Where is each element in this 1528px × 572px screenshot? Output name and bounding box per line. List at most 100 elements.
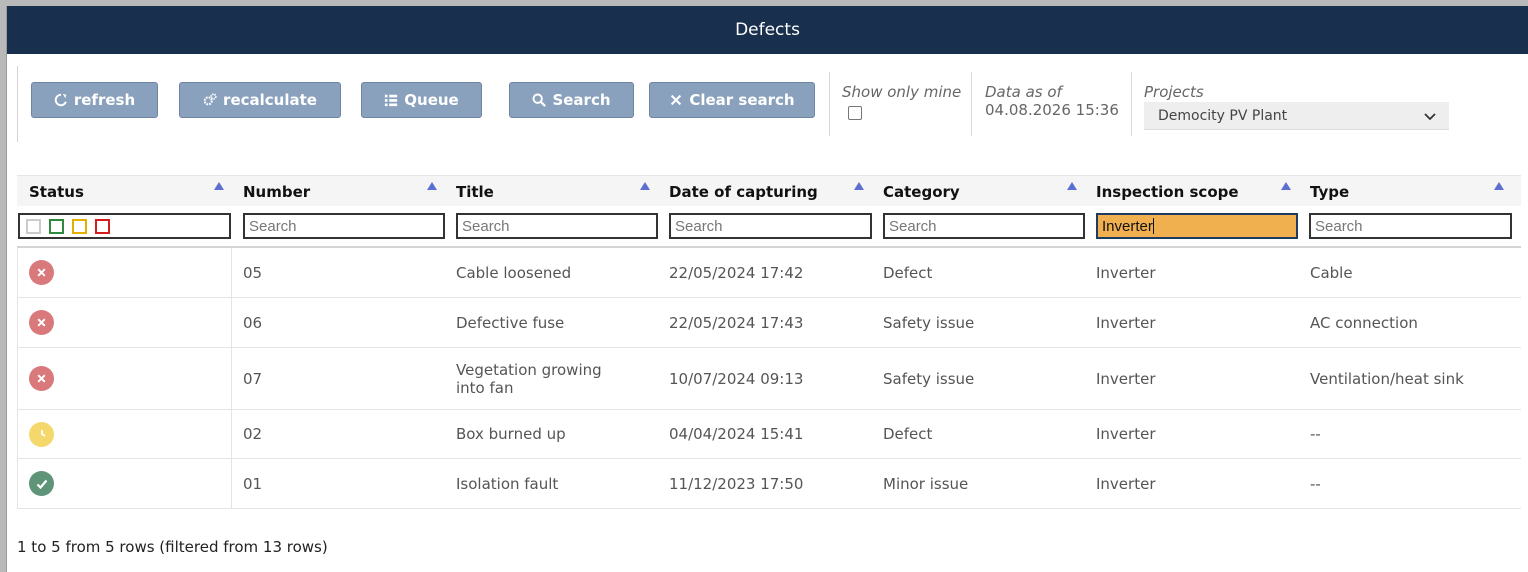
sort-asc-icon[interactable] — [854, 182, 864, 190]
column-label: Inspection scope — [1096, 182, 1239, 201]
table-header: Status Number Title Date of capturing Ca… — [17, 175, 1521, 206]
title-cell: Cable loosened — [456, 263, 572, 282]
refresh-button[interactable]: refresh — [31, 82, 158, 118]
table-row[interactable]: 05 Cable loosened 22/05/2024 17:42 Defect In… — [17, 248, 1521, 298]
search-label: Search — [552, 91, 611, 109]
type-cell: AC connection — [1310, 313, 1418, 332]
filter-row: Search Search Search Search Inverter Sea… — [17, 206, 1521, 248]
search-button[interactable]: Search — [509, 82, 634, 118]
status-filter-grey[interactable] — [26, 218, 41, 234]
column-label: Number — [243, 182, 311, 201]
column-label: Status — [29, 182, 84, 201]
queue-button[interactable]: Queue — [361, 82, 482, 118]
row-summary: 1 to 5 from 5 rows (filtered from 13 row… — [17, 538, 328, 556]
number-cell: 05 — [243, 263, 263, 282]
clear-search-button[interactable]: Clear search — [649, 82, 815, 118]
number-cell: 07 — [243, 369, 263, 388]
status-filter-yellow[interactable] — [72, 218, 87, 234]
recalculate-button[interactable]: recalculate — [179, 82, 341, 118]
date-cell: 10/07/2024 09:13 — [669, 369, 804, 388]
show-only-mine-label: Show only mine — [842, 83, 962, 101]
column-header-status[interactable]: Status — [17, 176, 231, 207]
table-row[interactable]: 01 Isolation fault 11/12/2023 17:50 Minor i… — [17, 459, 1521, 509]
date-cell: 11/12/2023 17:50 — [669, 474, 804, 493]
table-row[interactable]: 06 Defective fuse 22/05/2024 17:43 Safety i… — [17, 298, 1521, 348]
type-cell: -- — [1310, 474, 1321, 493]
date-cell: 04/04/2024 15:41 — [669, 425, 804, 443]
status-filter-red[interactable] — [95, 218, 110, 234]
column-label: Type — [1310, 182, 1350, 201]
clock-status-icon — [29, 421, 54, 447]
filter-value: Inverter — [1102, 217, 1153, 235]
refresh-label: refresh — [73, 91, 136, 109]
column-header-date[interactable]: Date of capturing — [657, 176, 871, 207]
data-as-of-label: Data as of — [985, 83, 1062, 101]
category-filter-input[interactable]: Search — [883, 213, 1085, 239]
number-cell: 01 — [243, 474, 263, 493]
status-filter-green[interactable] — [49, 218, 64, 234]
filter-placeholder: Search — [249, 217, 297, 235]
text-cursor — [1152, 218, 1154, 234]
status-cell — [17, 348, 231, 409]
recalculate-label: recalculate — [223, 91, 317, 109]
title-filter-input[interactable]: Search — [456, 213, 658, 239]
show-only-mine-checkbox[interactable] — [848, 106, 862, 120]
scope-cell: Inverter — [1096, 369, 1156, 388]
status-cell — [17, 298, 231, 347]
type-cell: Cable — [1310, 263, 1353, 282]
projects-label: Projects — [1144, 83, 1204, 101]
projects-selected: Democity PV Plant — [1158, 107, 1288, 124]
number-cell: 06 — [243, 313, 263, 332]
column-header-inspection-scope[interactable]: Inspection scope — [1084, 176, 1298, 207]
clear-search-label: Clear search — [689, 91, 795, 109]
sort-asc-icon[interactable] — [1281, 182, 1291, 190]
filter-placeholder: Search — [462, 217, 510, 235]
divider — [971, 72, 972, 136]
column-header-category[interactable]: Category — [871, 176, 1084, 207]
category-cell: Safety issue — [883, 369, 975, 388]
scope-cell: Inverter — [1096, 313, 1156, 332]
sort-asc-icon[interactable] — [640, 182, 650, 190]
divider — [829, 72, 830, 136]
sort-asc-icon[interactable] — [1494, 182, 1504, 190]
status-cell — [17, 459, 231, 508]
filter-placeholder: Search — [889, 217, 937, 235]
date-filter-input[interactable]: Search — [669, 213, 872, 239]
data-as-of-value: 04.08.2026 15:36 — [985, 101, 1119, 119]
button-group: refresh recalculate Queue Search Clear s… — [17, 66, 829, 142]
status-filter[interactable] — [18, 213, 231, 239]
scope-cell: Inverter — [1096, 474, 1156, 493]
category-cell: Defect — [883, 263, 933, 282]
title-cell: Isolation fault — [456, 474, 559, 493]
chevron-down-icon — [1424, 113, 1436, 121]
date-cell: 22/05/2024 17:42 — [669, 263, 804, 282]
sort-asc-icon[interactable] — [1067, 182, 1077, 190]
filter-placeholder: Search — [1315, 217, 1363, 235]
column-header-title[interactable]: Title — [444, 176, 657, 207]
check-status-icon — [29, 471, 54, 496]
filter-placeholder: Search — [675, 217, 723, 235]
gears-icon — [203, 93, 217, 106]
category-cell: Defect — [883, 425, 933, 443]
divider — [1131, 72, 1132, 136]
type-cell: -- — [1310, 425, 1321, 443]
sort-asc-icon[interactable] — [214, 182, 224, 190]
sort-asc-icon[interactable] — [427, 182, 437, 190]
table-row[interactable]: 07 Vegetation growing into fan 10/07/2024 … — [17, 348, 1521, 410]
number-filter-input[interactable]: Search — [243, 213, 445, 239]
data-as-of: Data as of 04.08.2026 15:36 — [985, 83, 1119, 119]
list-icon — [385, 94, 398, 107]
title-cell: Defective fuse — [456, 313, 565, 332]
refresh-icon — [54, 93, 67, 107]
close-icon — [671, 94, 682, 106]
column-header-number[interactable]: Number — [231, 176, 444, 207]
projects-select[interactable]: Democity PV Plant — [1144, 102, 1449, 130]
number-cell: 02 — [243, 425, 263, 443]
status-cell — [17, 248, 231, 297]
defects-table: Status Number Title Date of capturing Ca… — [17, 175, 1521, 509]
table-row[interactable]: 02 Box burned up 04/04/2024 15:41 Defect Inv… — [17, 410, 1521, 459]
category-cell: Minor issue — [883, 474, 969, 493]
column-header-type[interactable]: Type — [1298, 176, 1511, 207]
inspection-scope-filter-input[interactable]: Inverter — [1096, 213, 1298, 239]
type-filter-input[interactable]: Search — [1309, 213, 1512, 239]
